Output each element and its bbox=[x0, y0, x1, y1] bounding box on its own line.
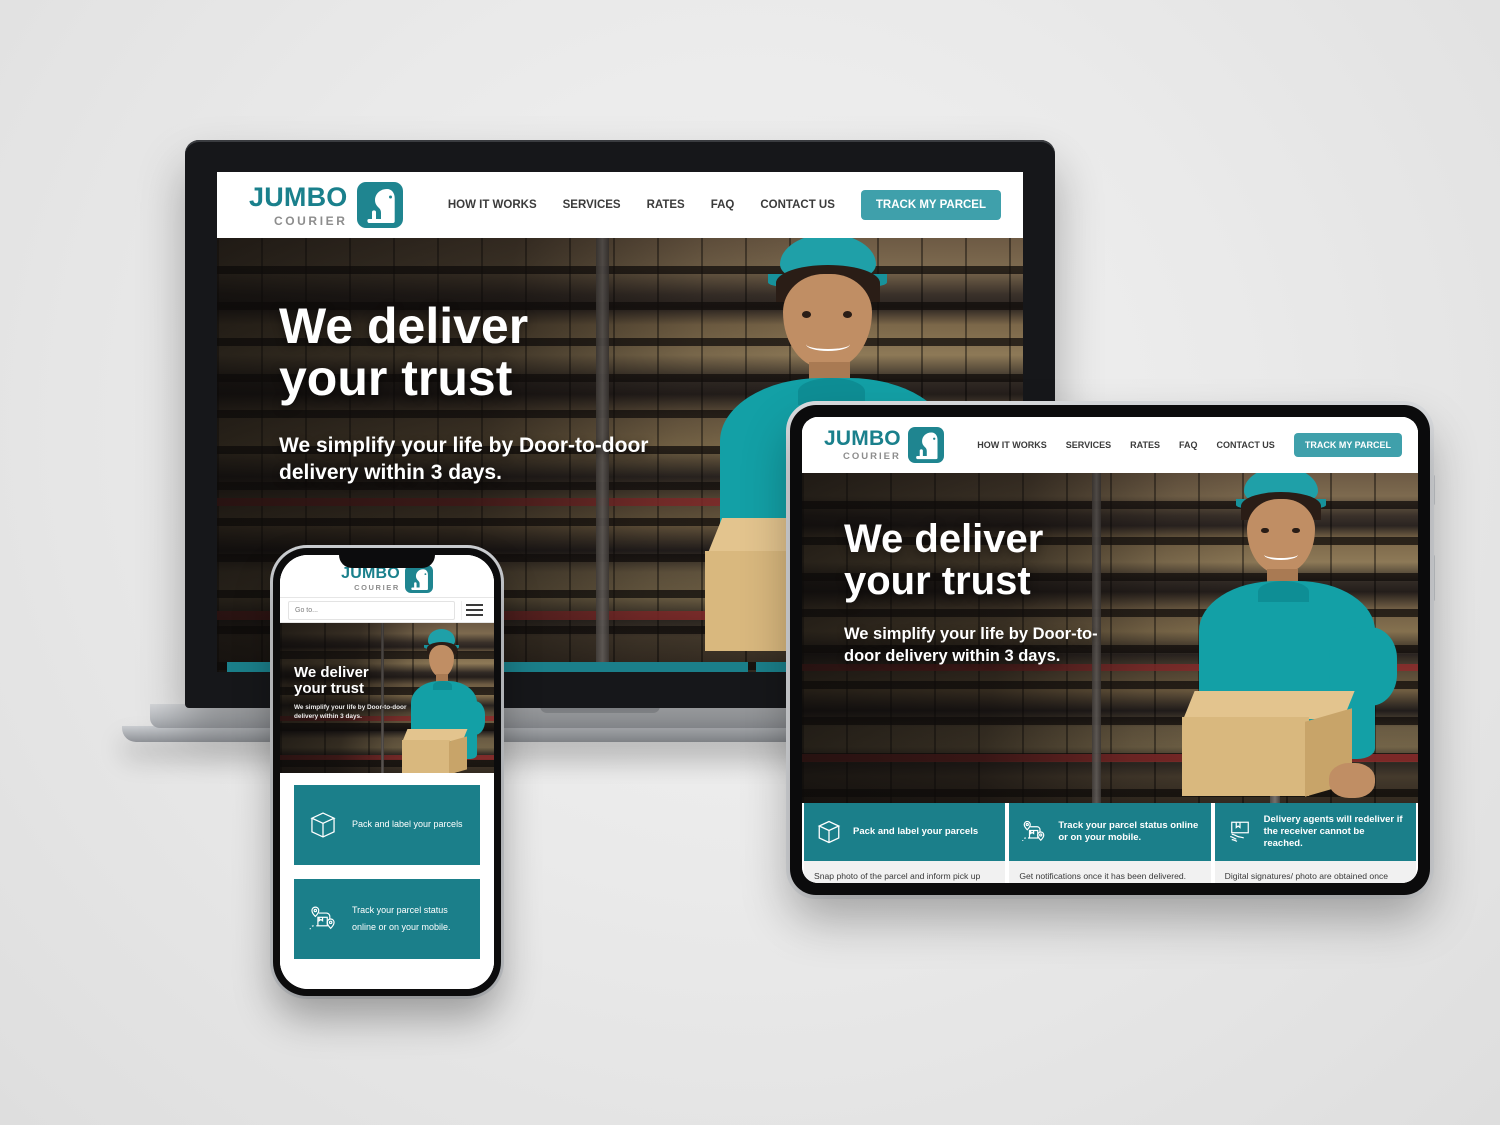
hero-heading-line1: We deliver bbox=[279, 298, 529, 354]
brand-wordmark: JUMBO COURIER bbox=[249, 181, 348, 228]
hero-heading-line1: We deliver bbox=[844, 517, 1044, 561]
main-nav: HOW IT WORKS SERVICES RATES FAQ CONTACT … bbox=[448, 190, 1001, 220]
hand-delivery-icon bbox=[1225, 817, 1255, 847]
hero-copy: We deliver your trust We simplify your l… bbox=[294, 665, 424, 721]
phone-notch bbox=[339, 548, 435, 568]
feature-card[interactable]: Delivery agents will redeliver if the re… bbox=[1214, 803, 1416, 883]
mockup-stage: JUMBO COURIER HOW IT WORKS SERVICES RATE… bbox=[0, 0, 1500, 1125]
feature-cards-row: Pack and label your parcels Snap photo o… bbox=[802, 803, 1418, 883]
phone-frame: JUMBO COURIER Go to... We deliver your t… bbox=[273, 548, 501, 996]
hero-paragraph: We simplify your life by Door-to-door de… bbox=[279, 434, 649, 485]
feature-card[interactable]: Track your parcel status online or on yo… bbox=[294, 879, 480, 959]
feature-card-header: Track your parcel status online or on yo… bbox=[1009, 803, 1211, 861]
phone-screen: JUMBO COURIER Go to... We deliver your t… bbox=[280, 555, 494, 989]
track-my-parcel-button[interactable]: TRACK MY PARCEL bbox=[860, 190, 1001, 220]
main-nav: HOW IT WORKS SERVICES RATES FAQ CONTACT … bbox=[977, 433, 1402, 457]
hero-heading-line1: We deliver bbox=[294, 664, 369, 681]
brand-name-bottom: COURIER bbox=[843, 451, 901, 463]
feature-card-body: Get notifications once it has been deliv… bbox=[1009, 861, 1211, 883]
website-phone: JUMBO COURIER Go to... We deliver your t… bbox=[280, 555, 494, 989]
hero-paragraph: We simplify your life by Door-to-door de… bbox=[294, 704, 407, 720]
feature-cards-column: Pack and label your parcels Track your p… bbox=[280, 773, 494, 971]
feature-card-title: Track your parcel status online or on yo… bbox=[352, 904, 451, 932]
feature-card-body: Snap photo of the parcel and inform pick… bbox=[804, 861, 1006, 883]
brand-name-top: JUMBO bbox=[824, 427, 901, 451]
feature-card-title: Track your parcel status online or on yo… bbox=[1058, 820, 1199, 843]
brand-logo[interactable]: JUMBO COURIER bbox=[824, 427, 944, 463]
mobile-search-bar: Go to... bbox=[280, 597, 494, 623]
elephant-icon bbox=[907, 427, 944, 463]
site-header: JUMBO COURIER HOW IT WORKS SERVICES RATE… bbox=[802, 417, 1418, 473]
courier-person-photo bbox=[1159, 473, 1418, 803]
brand-name-bottom: COURIER bbox=[273, 213, 348, 228]
feature-card-header: Pack and label your parcels bbox=[804, 803, 1006, 861]
hero-copy: We deliver your trust We simplify your l… bbox=[844, 517, 1134, 667]
nav-item-faq[interactable]: FAQ bbox=[1179, 440, 1198, 450]
brand-name-top: JUMBO bbox=[341, 565, 400, 583]
tablet-mockup: JUMBO COURIER HOW IT WORKS SERVICES RATE… bbox=[790, 405, 1435, 895]
website-tablet: JUMBO COURIER HOW IT WORKS SERVICES RATE… bbox=[802, 417, 1418, 883]
feature-card-title: Delivery agents will redeliver if the re… bbox=[1263, 814, 1403, 849]
feature-card[interactable]: Pack and label your parcels Snap photo o… bbox=[804, 803, 1006, 883]
tablet-screen: JUMBO COURIER HOW IT WORKS SERVICES RATE… bbox=[802, 417, 1418, 883]
nav-item-contact-us[interactable]: CONTACT US bbox=[760, 199, 835, 211]
elephant-icon bbox=[356, 182, 403, 228]
nav-item-contact-us[interactable]: CONTACT US bbox=[1216, 440, 1274, 450]
tablet-power-button[interactable] bbox=[1432, 555, 1435, 601]
brand-name-bottom: COURIER bbox=[354, 583, 400, 593]
hero-section: We deliver your trust We simplify your l… bbox=[280, 623, 494, 773]
hamburger-menu-icon[interactable] bbox=[461, 600, 486, 620]
feature-card[interactable]: Track your parcel status online or on yo… bbox=[491, 662, 749, 672]
brand-wordmark: JUMBO COURIER bbox=[341, 566, 400, 592]
brand-logo[interactable]: JUMBO COURIER bbox=[249, 182, 403, 228]
nav-item-faq[interactable]: FAQ bbox=[711, 199, 735, 211]
brand-logo[interactable]: JUMBO COURIER bbox=[341, 565, 433, 593]
brand-name-top: JUMBO bbox=[249, 181, 348, 212]
brand-wordmark: JUMBO COURIER bbox=[824, 428, 901, 462]
hero-copy: We deliver your trust We simplify your l… bbox=[279, 300, 649, 487]
site-header: JUMBO COURIER HOW IT WORKS SERVICES RATE… bbox=[217, 172, 1023, 238]
nav-item-rates[interactable]: RATES bbox=[1130, 440, 1160, 450]
track-my-parcel-button[interactable]: TRACK MY PARCEL bbox=[1293, 433, 1402, 457]
package-box-icon bbox=[306, 808, 340, 842]
feature-card[interactable]: Track your parcel status online or on yo… bbox=[1009, 803, 1211, 883]
hero-section: We deliver your trust We simplify your l… bbox=[802, 473, 1418, 803]
feature-card-body: Digital signatures/ photo are obtained o… bbox=[1214, 861, 1416, 883]
elephant-icon bbox=[404, 565, 433, 593]
hero-heading-line2: your trust bbox=[294, 679, 365, 697]
route-tracking-icon bbox=[306, 902, 340, 936]
hero-paragraph: We simplify your life by Door-to-door de… bbox=[844, 625, 1098, 665]
hero-heading-line2: your trust bbox=[844, 558, 1031, 603]
nav-item-how-it-works[interactable]: HOW IT WORKS bbox=[977, 440, 1047, 450]
nav-item-services[interactable]: SERVICES bbox=[563, 199, 621, 211]
feature-card-title: Pack and label your parcels bbox=[352, 819, 463, 830]
feature-card-header: Delivery agents will redeliver if the re… bbox=[1214, 803, 1416, 861]
tablet-volume-button[interactable] bbox=[1432, 475, 1435, 505]
phone-mockup: JUMBO COURIER Go to... We deliver your t… bbox=[273, 548, 501, 996]
nav-item-how-it-works[interactable]: HOW IT WORKS bbox=[448, 199, 537, 211]
hero-heading-line2: your trust bbox=[279, 350, 513, 406]
tablet-frame: JUMBO COURIER HOW IT WORKS SERVICES RATE… bbox=[790, 405, 1430, 895]
package-box-icon bbox=[814, 817, 844, 847]
feature-card-title: Pack and label your parcels bbox=[853, 826, 979, 838]
nav-item-rates[interactable]: RATES bbox=[647, 199, 685, 211]
feature-card[interactable]: Pack and label your parcels bbox=[294, 785, 480, 865]
nav-item-services[interactable]: SERVICES bbox=[1066, 440, 1111, 450]
search-input[interactable]: Go to... bbox=[288, 600, 455, 620]
route-tracking-icon bbox=[1019, 817, 1049, 847]
